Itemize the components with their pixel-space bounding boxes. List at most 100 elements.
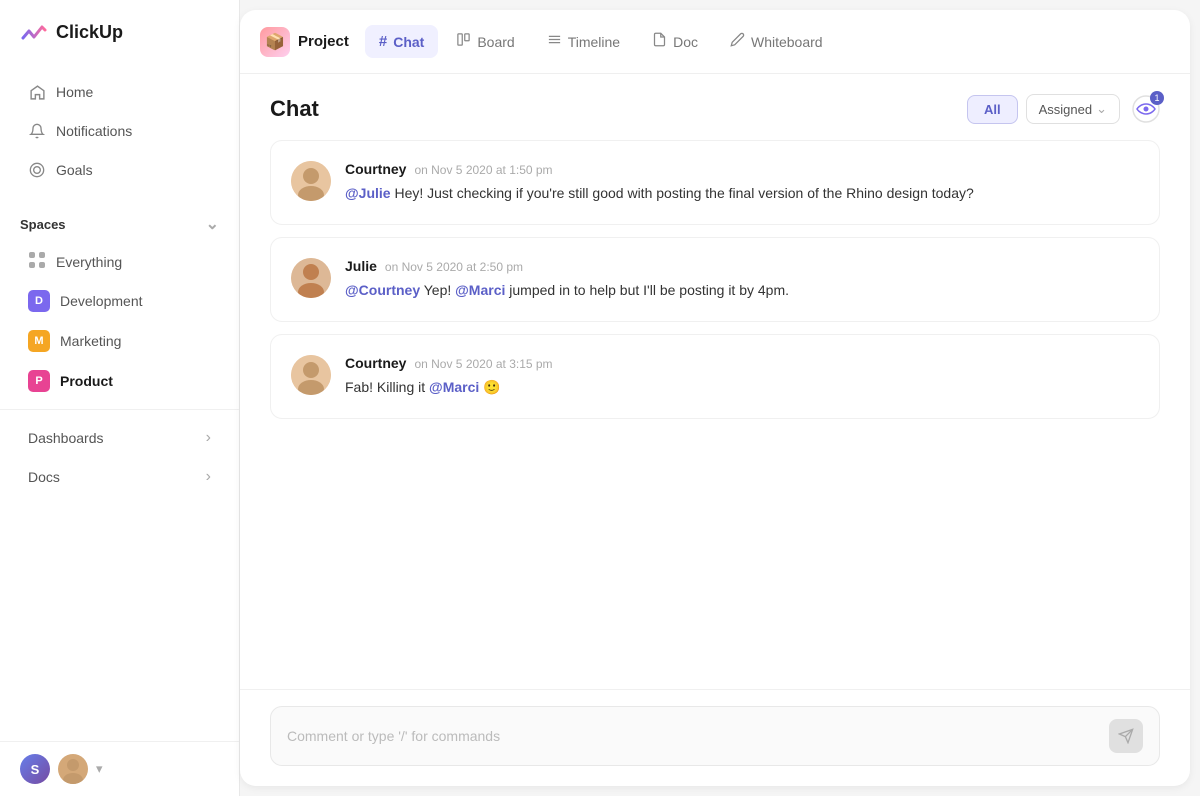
sidebar-item-notifications-label: Notifications [56, 123, 132, 139]
send-icon [1118, 728, 1134, 744]
message-3-author: Courtney [345, 355, 406, 371]
message-2-text: @Courtney Yep! @Marci jumped in to help … [345, 280, 1139, 301]
doc-tab-label: Doc [673, 34, 698, 50]
sidebar: ClickUp Home Notifications Goals Spaces … [0, 0, 240, 796]
doc-tab-icon [652, 32, 667, 51]
sidebar-item-notifications[interactable]: Notifications [8, 112, 231, 150]
sidebar-item-dashboards[interactable]: Dashboards › [8, 419, 231, 457]
message-1-content: Courtney on Nov 5 2020 at 1:50 pm @Julie… [345, 161, 1139, 204]
input-area: Comment or type '/' for commands [240, 689, 1190, 786]
board-tab-icon [456, 32, 471, 51]
message-3-time: on Nov 5 2020 at 3:15 pm [414, 357, 552, 371]
spaces-label: Spaces [20, 217, 66, 232]
avatar-courtney-2 [291, 355, 331, 395]
top-nav: 📦 Project # Chat Board Timeline Doc [240, 10, 1190, 74]
project-title: 📦 Project [260, 27, 349, 57]
timeline-tab-label: Timeline [568, 34, 620, 50]
sidebar-item-everything[interactable]: Everything [8, 243, 231, 280]
spaces-section: Spaces ⌄ [0, 198, 239, 242]
avatar-courtney-1 [291, 161, 331, 201]
tab-board[interactable]: Board [442, 24, 528, 59]
avatar-user[interactable] [58, 754, 88, 784]
dashboards-label: Dashboards [28, 430, 104, 446]
message-1-body: Hey! Just checking if you're still good … [394, 185, 973, 201]
message-1: Courtney on Nov 5 2020 at 1:50 pm @Julie… [270, 140, 1160, 225]
dashboards-chevron-icon: › [206, 429, 211, 447]
message-3-body-2: 🙂 [483, 379, 500, 395]
sidebar-item-docs[interactable]: Docs › [8, 458, 231, 496]
development-badge: D [28, 290, 50, 312]
sidebar-item-goals[interactable]: Goals [8, 151, 231, 189]
message-2-time: on Nov 5 2020 at 2:50 pm [385, 260, 523, 274]
eye-count-badge: 1 [1150, 91, 1164, 105]
mention-marci-1: @Marci [455, 282, 505, 298]
logo[interactable]: ClickUp [0, 0, 239, 64]
project-label: Project [298, 33, 349, 50]
whiteboard-tab-icon [730, 32, 745, 51]
sidebar-item-marketing-label: Marketing [60, 333, 121, 349]
sidebar-item-marketing[interactable]: M Marketing [8, 322, 231, 360]
message-1-header: Courtney on Nov 5 2020 at 1:50 pm [345, 161, 1139, 177]
message-2-header: Julie on Nov 5 2020 at 2:50 pm [345, 258, 1139, 274]
message-2-content: Julie on Nov 5 2020 at 2:50 pm @Courtney… [345, 258, 1139, 301]
mention-courtney: @Courtney [345, 282, 420, 298]
send-button[interactable] [1109, 719, 1143, 753]
chevron-down-icon: ⌄ [206, 214, 219, 234]
chat-tab-icon: # [379, 33, 387, 50]
tab-timeline[interactable]: Timeline [533, 24, 634, 59]
whiteboard-tab-label: Whiteboard [751, 34, 823, 50]
filter-assigned-button[interactable]: Assigned ⌄ [1026, 94, 1120, 124]
sidebar-item-product-label: Product [60, 373, 113, 389]
tab-doc[interactable]: Doc [638, 24, 712, 59]
sidebar-item-everything-label: Everything [56, 254, 122, 270]
sidebar-footer: S ▾ [0, 741, 239, 796]
chat-tab-label: Chat [393, 34, 424, 50]
message-2: Julie on Nov 5 2020 at 2:50 pm @Courtney… [270, 237, 1160, 322]
tab-chat[interactable]: # Chat [365, 25, 438, 58]
sidebar-bottom-nav: Dashboards › Docs › [0, 409, 239, 505]
user-dropdown-chevron-icon[interactable]: ▾ [96, 761, 103, 777]
message-2-body-1: Yep! [424, 282, 455, 298]
mention-julie-1: @Julie [345, 185, 391, 201]
everything-icon [28, 251, 46, 272]
eye-badge-button[interactable]: 1 [1132, 95, 1160, 123]
message-1-time: on Nov 5 2020 at 1:50 pm [414, 163, 552, 177]
sidebar-nav: Home Notifications Goals [0, 64, 239, 198]
bell-icon [28, 122, 46, 140]
sidebar-item-home[interactable]: Home [8, 73, 231, 111]
sidebar-item-development[interactable]: D Development [8, 282, 231, 320]
sidebar-item-product[interactable]: P Product [8, 362, 231, 400]
message-3-content: Courtney on Nov 5 2020 at 3:15 pm Fab! K… [345, 355, 1139, 398]
message-3-header: Courtney on Nov 5 2020 at 3:15 pm [345, 355, 1139, 371]
home-icon [28, 83, 46, 101]
filter-all-button[interactable]: All [967, 95, 1018, 124]
avatar-julie [291, 258, 331, 298]
message-2-body-2: jumped in to help but I'll be posting it… [509, 282, 789, 298]
avatar-s[interactable]: S [20, 754, 50, 784]
message-1-author: Courtney [345, 161, 406, 177]
tab-whiteboard[interactable]: Whiteboard [716, 24, 837, 59]
message-3: Courtney on Nov 5 2020 at 3:15 pm Fab! K… [270, 334, 1160, 419]
messages-list: Courtney on Nov 5 2020 at 1:50 pm @Julie… [240, 140, 1190, 689]
filter-assigned-label: Assigned [1039, 102, 1092, 117]
sidebar-item-goals-label: Goals [56, 162, 93, 178]
marketing-badge: M [28, 330, 50, 352]
board-tab-label: Board [477, 34, 514, 50]
project-icon: 📦 [260, 27, 290, 57]
docs-label: Docs [28, 469, 60, 485]
chat-header: Chat All Assigned ⌄ 1 [240, 74, 1190, 140]
spaces-header[interactable]: Spaces ⌄ [20, 214, 219, 234]
logo-text: ClickUp [56, 22, 123, 43]
mention-marci-2: @Marci [429, 379, 479, 395]
message-3-text: Fab! Killing it @Marci 🙂 [345, 377, 1139, 398]
message-2-author: Julie [345, 258, 377, 274]
docs-chevron-icon: › [206, 468, 211, 486]
sidebar-item-development-label: Development [60, 293, 143, 309]
comment-input-box[interactable]: Comment or type '/' for commands [270, 706, 1160, 766]
sidebar-item-home-label: Home [56, 84, 93, 100]
filter-group: All Assigned ⌄ [967, 94, 1120, 124]
comment-input-placeholder: Comment or type '/' for commands [287, 728, 500, 744]
main-content: 📦 Project # Chat Board Timeline Doc [240, 10, 1190, 786]
filter-chevron-icon: ⌄ [1096, 101, 1107, 117]
timeline-tab-icon [547, 32, 562, 51]
